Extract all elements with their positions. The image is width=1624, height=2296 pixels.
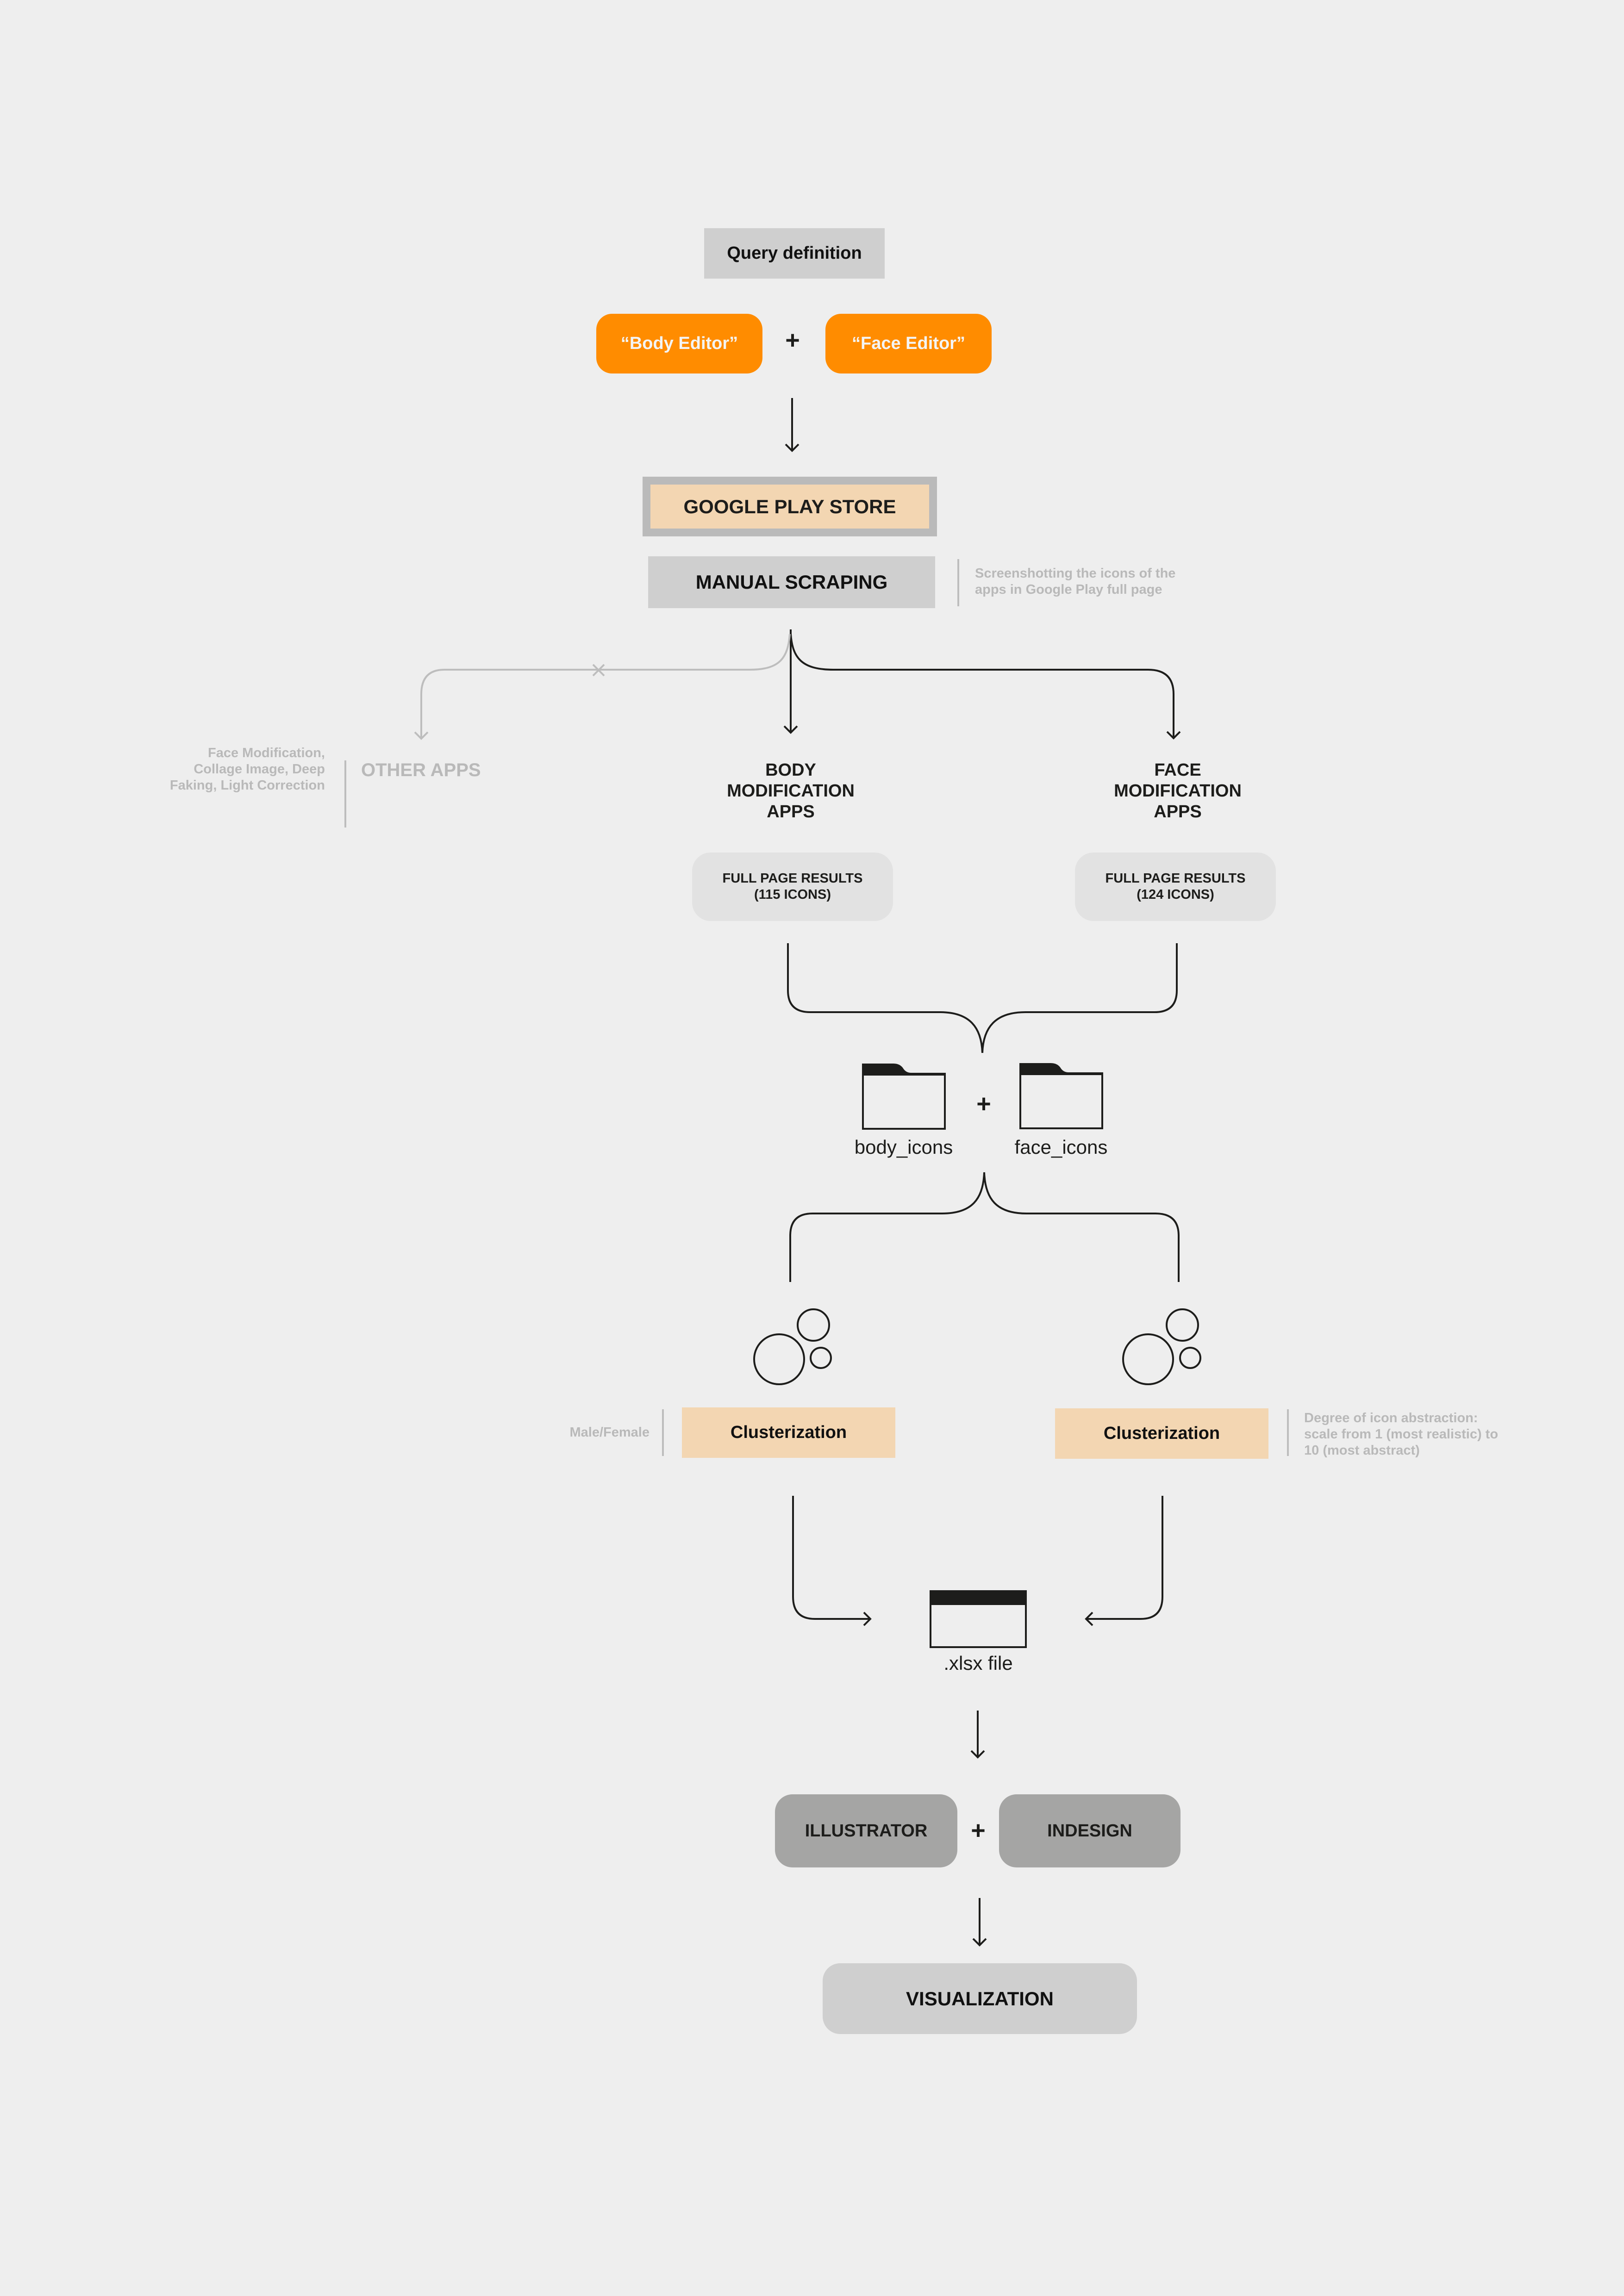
split-folders-right: [983, 1172, 1180, 1282]
search-term-face-editor: “Face Editor”: [825, 314, 992, 373]
merge-results-to-folders-right: [981, 943, 1178, 1053]
right-clusterization-node: Clusterization: [1055, 1408, 1268, 1459]
search-term-body-editor: “Body Editor”: [596, 314, 762, 373]
cluster-icon-left: [753, 1308, 832, 1385]
note-divider: [1287, 1409, 1289, 1456]
note-divider: [957, 559, 959, 606]
plus-sign: +: [971, 1817, 986, 1844]
arrow-scraping-to-other-excluded: [420, 634, 791, 739]
other-apps-note: Face Modification, Collage Image, Deep F…: [169, 746, 325, 793]
arrow-right-cluster-to-xlsx: [1086, 1496, 1163, 1620]
face-results-pill: FULL PAGE RESULTS (124 ICONS): [1075, 852, 1276, 921]
face-modification-apps-label: FACE MODIFICATION APPS: [1114, 760, 1242, 821]
left-cluster-note: Male/Female: [569, 1425, 650, 1440]
split-folders-left: [789, 1172, 985, 1282]
cluster-icon-right: [1122, 1308, 1201, 1385]
plus-sign: +: [785, 326, 800, 354]
connectors-layer: [414, 398, 1201, 1947]
arrow-left-cluster-to-xlsx: [792, 1496, 870, 1620]
arrow-scraping-to-face: [790, 634, 1174, 738]
other-apps-label: OTHER APPS: [361, 760, 481, 780]
body-modification-apps-label: BODY MODIFICATION APPS: [727, 760, 855, 821]
google-play-store-node: GOOGLE PLAY STORE: [643, 477, 937, 536]
plus-sign: +: [976, 1090, 991, 1118]
xlsx-file-label: .xlsx file: [943, 1652, 1013, 1674]
spreadsheet-icon: [930, 1590, 1027, 1648]
face-icons-folder-label: face_icons: [1014, 1136, 1108, 1158]
merge-results-to-folders: [787, 943, 983, 1053]
visualization-node: VISUALIZATION: [823, 1963, 1137, 2034]
note-divider: [662, 1409, 664, 1456]
right-cluster-note: Degree of icon abstraction: scale from 1…: [1304, 1411, 1499, 1458]
folder-icon-face: [1019, 1063, 1103, 1129]
body-icons-folder-label: body_icons: [854, 1136, 953, 1158]
left-clusterization-node: Clusterization: [682, 1407, 895, 1458]
illustrator-node: ILLUSTRATOR: [775, 1794, 957, 1867]
query-definition-label: Query definition: [704, 228, 885, 279]
note-divider: [344, 760, 346, 828]
scraping-note: Screenshotting the icons of the apps in …: [975, 566, 1176, 597]
manual-scraping-node: MANUAL SCRAPING: [648, 556, 935, 608]
indesign-node: INDESIGN: [999, 1794, 1181, 1867]
body-results-pill: FULL PAGE RESULTS (115 ICONS): [692, 852, 893, 921]
folder-icon-body: [862, 1064, 946, 1130]
